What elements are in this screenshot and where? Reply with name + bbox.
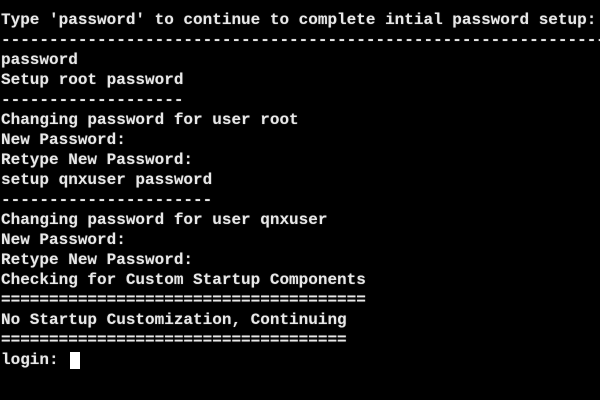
terminal-line: No Startup Customization, Continuing bbox=[1, 311, 347, 329]
terminal-line: Changing password for user root bbox=[1, 111, 299, 129]
terminal-line: Retype New Password: bbox=[1, 151, 194, 169]
terminal-line: New Password: bbox=[1, 131, 126, 149]
terminal-line: Changing password for user qnxuser bbox=[1, 211, 328, 229]
login-prompt-line[interactable]: login: bbox=[0, 350, 600, 370]
terminal-separator: ------------------- bbox=[1, 91, 184, 109]
terminal-separator: ----------------------------------------… bbox=[1, 31, 600, 49]
terminal-line: password bbox=[1, 51, 78, 69]
text-cursor[interactable] bbox=[70, 351, 81, 369]
terminal-line: Checking for Custom Startup Components bbox=[1, 271, 366, 289]
terminal-line: setup qnxuser password bbox=[1, 171, 213, 189]
terminal-line: Retype New Password: bbox=[1, 251, 194, 269]
terminal-separator: ====================================== bbox=[1, 291, 366, 309]
login-prompt: login: bbox=[1, 351, 69, 369]
terminal-line: New Password: bbox=[1, 231, 126, 249]
terminal-line: Type 'password' to continue to complete … bbox=[1, 11, 597, 29]
terminal-separator: ==================================== bbox=[1, 331, 347, 349]
terminal-window[interactable]: Type 'password' to continue to complete … bbox=[0, 0, 600, 400]
terminal-line: Setup root password bbox=[1, 71, 184, 89]
terminal-separator: ---------------------- bbox=[1, 191, 213, 209]
